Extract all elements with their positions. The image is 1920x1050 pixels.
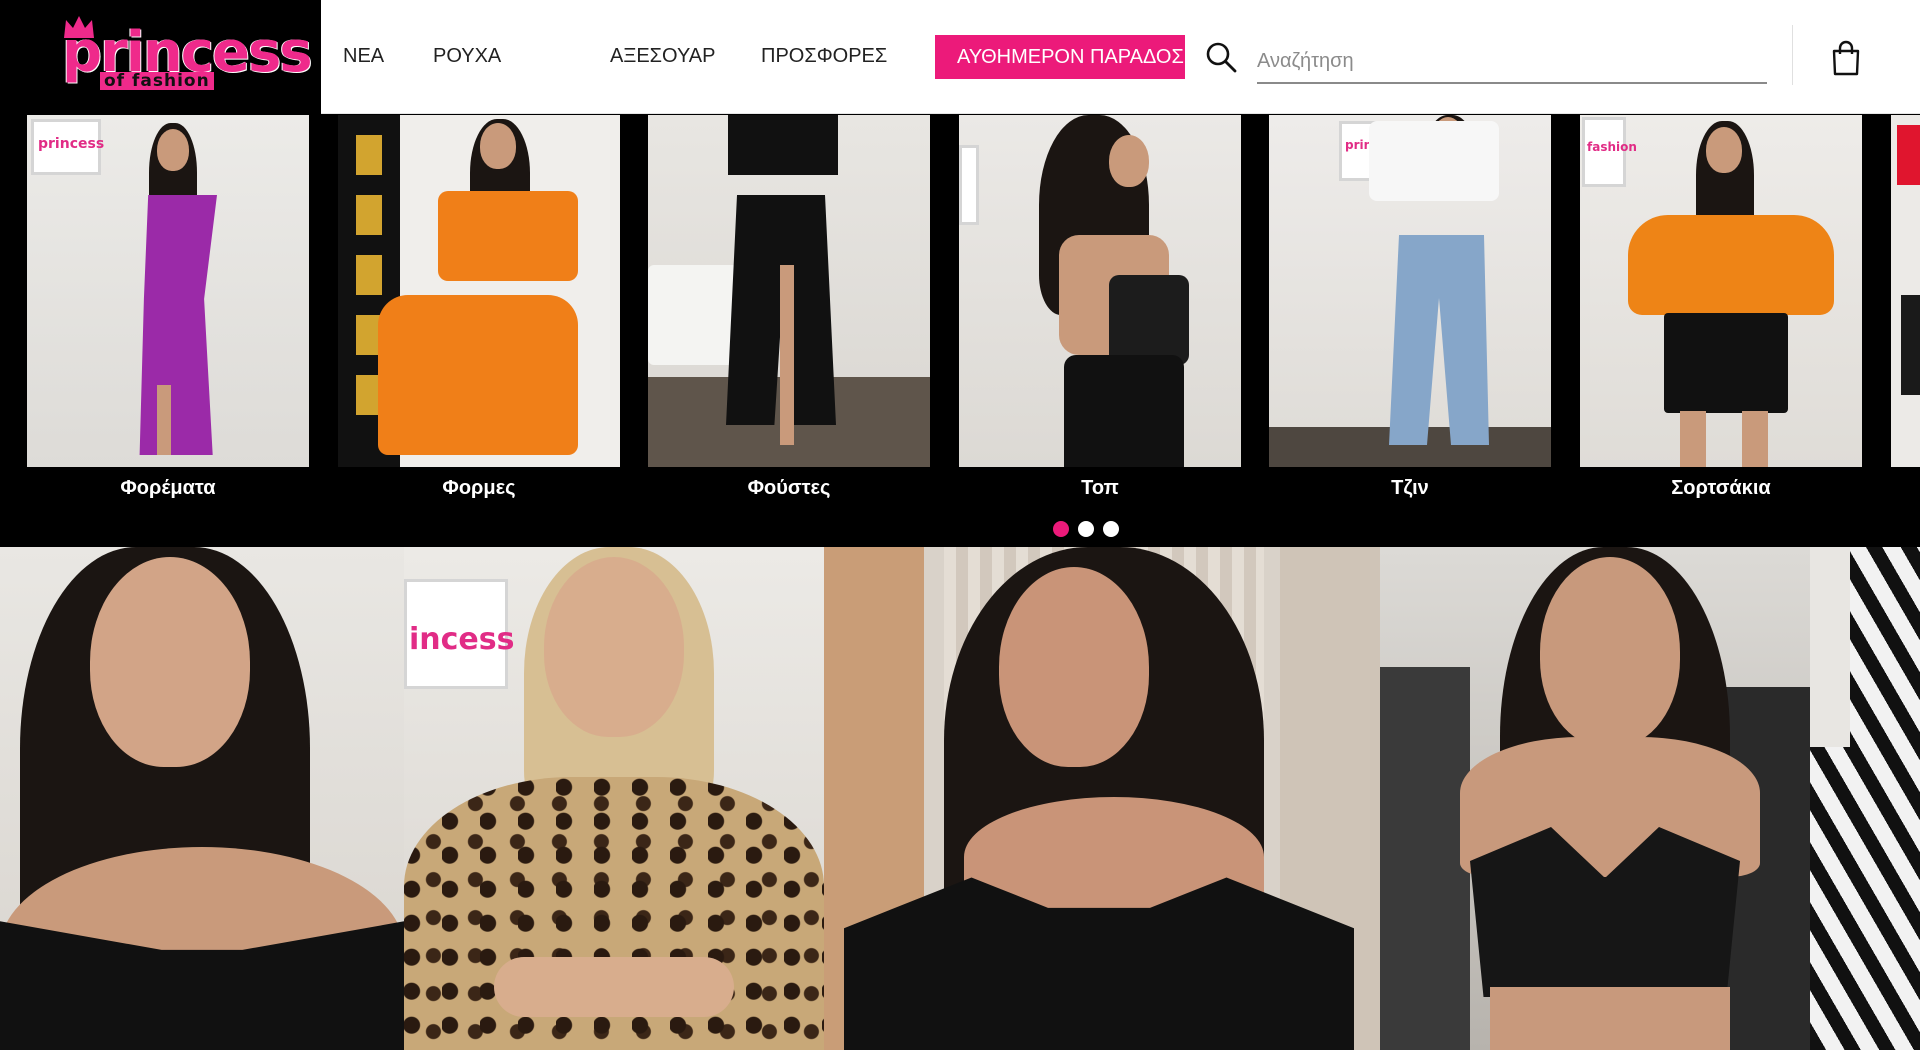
category-image: princess (1269, 115, 1551, 467)
category-label: Φούστες (747, 477, 831, 499)
hero-panel-2: incess (404, 547, 824, 1050)
hero-panel-1 (0, 547, 404, 1050)
logo-tagline: of fashion (100, 72, 214, 90)
same-day-delivery-button[interactable]: ΑΥΘΗΜΕΡΟΝ ΠΑΡΑΔΟΣΗ (935, 35, 1185, 79)
category-label: Φορέματα (120, 477, 216, 499)
category-carousel: princess Φορέματα Φορμες Φούστες Τοπ Τζι… (0, 115, 1920, 547)
nav-item-offers[interactable]: ΠΡΟΣΦΟΡΕΣ (761, 45, 887, 68)
carousel-dot-3[interactable] (1103, 521, 1119, 537)
category-image (1891, 115, 1920, 467)
carousel-dot-1[interactable] (1053, 521, 1069, 537)
category-image: fashion (1580, 115, 1862, 467)
category-label: Τοπ (1081, 477, 1119, 499)
category-label: Τζιν (1391, 477, 1429, 499)
category-image (338, 115, 620, 467)
nav-item-new[interactable]: ΝΕΑ (343, 45, 384, 68)
search-input[interactable] (1257, 40, 1767, 84)
header-divider (1792, 25, 1793, 85)
category-label: Φορμες (442, 477, 516, 499)
category-card-skirts[interactable]: Φούστες (648, 115, 930, 499)
category-card-dresses[interactable]: princess Φορέματα (27, 115, 309, 499)
carousel-pagination (1053, 521, 1119, 537)
category-image (648, 115, 930, 467)
category-image: princess (27, 115, 309, 467)
site-header: princess of fashion ΝΕΑ ΡΟΥΧΑ ΑΞΕΣΟΥΑΡ Π… (0, 0, 1920, 114)
logo[interactable]: princess of fashion (0, 0, 321, 114)
hero-panel-4 (1380, 547, 1810, 1050)
category-card-tops[interactable]: Τοπ (959, 115, 1241, 499)
nav-item-accessories[interactable]: ΑΞΕΣΟΥΑΡ (610, 45, 716, 68)
category-card-jumpsuits[interactable]: Φορμες (338, 115, 620, 499)
category-card-next[interactable] (1891, 115, 1920, 467)
category-image (959, 115, 1241, 467)
category-label: Σορτσάκια (1671, 477, 1771, 499)
category-card-jeans[interactable]: princess Τζιν (1269, 115, 1551, 499)
carousel-dot-2[interactable] (1078, 521, 1094, 537)
search-icon[interactable] (1205, 41, 1237, 73)
hero-panel-3 (824, 547, 1380, 1050)
category-card-shorts[interactable]: fashion Σορτσάκια (1580, 115, 1862, 499)
nav-item-clothes[interactable]: ΡΟΥΧΑ (433, 45, 501, 68)
hero-panel-5 (1810, 547, 1920, 1050)
shopping-bag-icon[interactable] (1829, 40, 1863, 76)
hero-banner[interactable]: incess (0, 547, 1920, 1050)
